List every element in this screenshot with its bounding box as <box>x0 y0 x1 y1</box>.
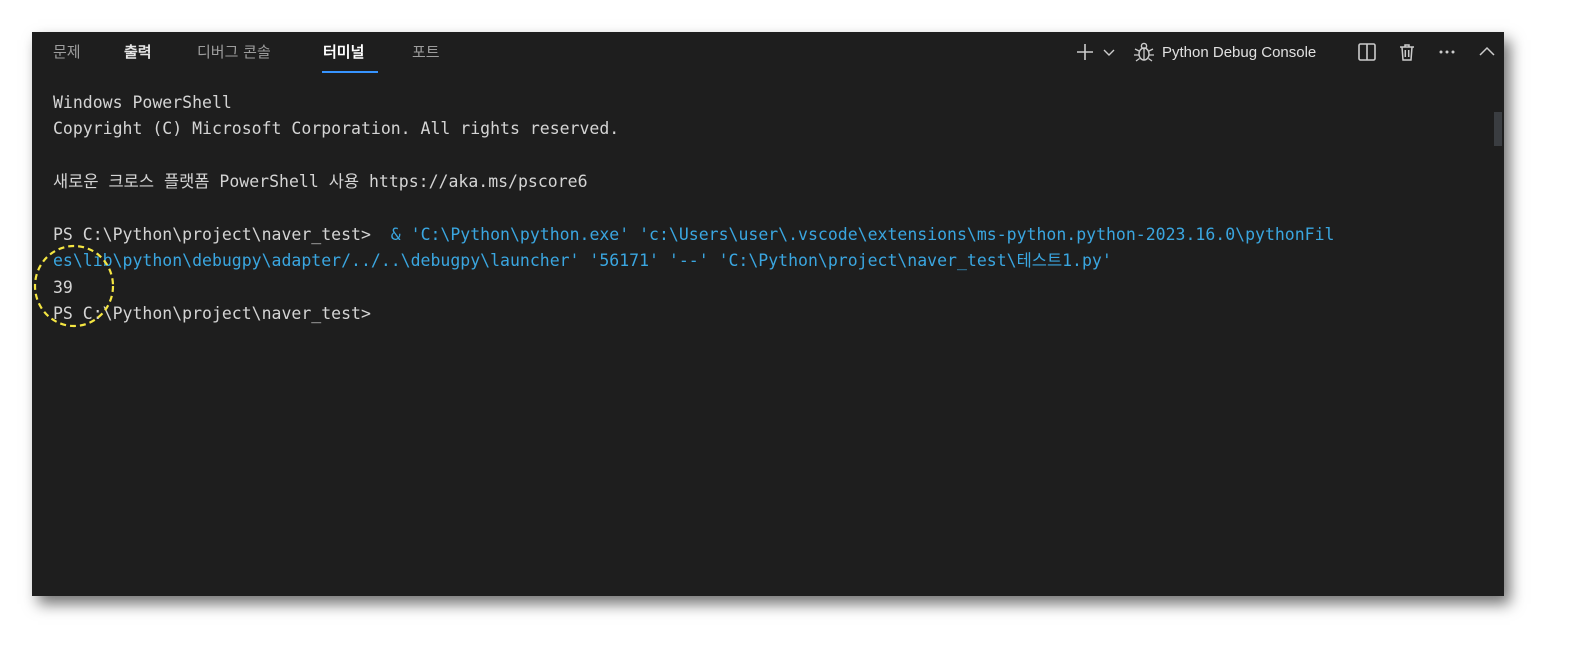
split-terminal-button[interactable] <box>1355 40 1379 64</box>
terminal-command: & 'C:\Python\python.exe' 'c:\Users\user\… <box>380 224 1335 244</box>
ellipsis-icon <box>1439 50 1455 54</box>
terminal-line-command-wrap: es\lib\python\debugpy\adapter/../..\debu… <box>53 251 1112 271</box>
trash-icon <box>1400 44 1414 61</box>
terminal-line-command: PS C:\Python\project\naver_test> & 'C:\P… <box>53 222 1473 248</box>
terminal-panel: 문제 출력 디버그 콘솔 터미널 포트 Python Debug Console <box>32 32 1504 596</box>
new-terminal-button[interactable] <box>1073 40 1097 64</box>
chevron-up-icon <box>1479 46 1495 56</box>
terminal-line-prompt: PS C:\Python\project\naver_test> <box>53 304 381 324</box>
terminal-profile-dropdown[interactable] <box>1101 40 1117 64</box>
terminal-output[interactable]: Windows PowerShell Copyright (C) Microso… <box>53 90 1473 328</box>
more-actions-button[interactable] <box>1435 40 1459 64</box>
terminal-line: 새로운 크로스 플랫폼 PowerShell 사용 https://aka.ms… <box>53 172 588 192</box>
plus-icon <box>1077 44 1093 60</box>
terminal-line-output: 39 <box>53 277 73 297</box>
terminal-line: Windows PowerShell <box>53 93 232 112</box>
split-icon <box>1358 43 1376 61</box>
terminal-instance-selector[interactable]: Python Debug Console <box>1132 40 1346 64</box>
chevron-down-icon <box>1103 49 1115 56</box>
terminal-prompt: PS C:\Python\project\naver_test> <box>53 224 381 244</box>
maximize-panel-button[interactable] <box>1475 40 1499 64</box>
terminal-actions: Python Debug Console <box>32 32 1504 72</box>
kill-terminal-button[interactable] <box>1395 40 1419 64</box>
debug-icon <box>1134 42 1154 62</box>
terminal-name: Python Debug Console <box>1162 43 1317 61</box>
terminal-line: Copyright (C) Microsoft Corporation. All… <box>53 119 620 139</box>
scrollbar-thumb[interactable] <box>1494 112 1502 146</box>
